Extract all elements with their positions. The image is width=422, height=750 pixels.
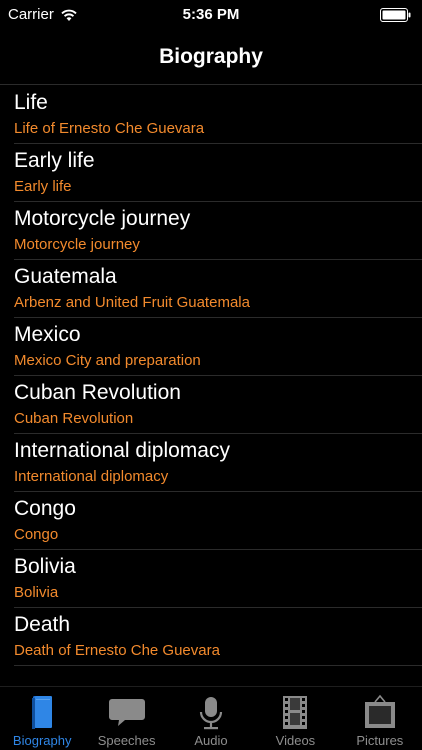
tab-label: Videos [275,733,316,748]
tab-pictures[interactable]: Pictures [338,687,422,750]
tab-biography[interactable]: Biography [0,687,84,750]
list-item[interactable]: Early life Early life [0,144,422,202]
list-item-subtitle: Bolivia [14,584,59,601]
list-item-title: Bolivia [14,555,76,578]
list-item-subtitle: Arbenz and United Fruit Guatemala [14,294,250,311]
list-item-subtitle: Congo [14,526,59,543]
status-bar: Carrier 5:36 PM [0,0,422,30]
book-icon [32,696,53,729]
list-item-title: Death [14,613,71,636]
list-item-title: Life [14,91,48,114]
list-item[interactable]: International diplomacy International di… [0,434,422,492]
film-strip-icon [283,696,308,729]
list-item[interactable]: Mexico Mexico City and preparation [0,318,422,376]
list-item[interactable]: Cuban Revolution Cuban Revolution [0,376,422,434]
list-item-title: International diplomacy [14,439,230,462]
tab-label: Biography [12,733,72,748]
list-item[interactable]: Bolivia Bolivia [0,550,422,608]
status-time: 5:36 PM [182,6,240,23]
list-item-title: Early life [14,149,95,172]
list-item-subtitle: Mexico City and preparation [14,352,201,369]
tab-speeches[interactable]: Speeches [84,687,168,750]
list-item[interactable]: Death Death of Ernesto Che Guevara [0,608,422,666]
list-item[interactable]: Life Life of Ernesto Che Guevara [0,86,422,144]
tab-label: Pictures [356,733,404,748]
list-item-subtitle: Early life [14,178,72,195]
list-item-subtitle: Life of Ernesto Che Guevara [14,120,205,137]
tab-label: Audio [194,733,228,748]
list-item-title: Mexico [14,323,81,346]
tab-label: Speeches [97,733,156,748]
page-title: Biography [159,45,263,68]
list-item[interactable]: Motorcycle journey Motorcycle journey [0,202,422,260]
list-item-subtitle: Motorcycle journey [14,236,140,253]
tab-bar: Biography Speeches Audio Videos Pictures [0,686,422,750]
speech-bubble-icon [108,699,145,726]
battery-icon [380,8,411,22]
list-item-title: Guatemala [14,265,117,288]
list-item-subtitle: Death of Ernesto Che Guevara [14,642,220,659]
list-item-subtitle: Cuban Revolution [14,410,134,427]
tab-audio[interactable]: Audio [169,687,253,750]
picture-frame-icon [364,694,395,728]
tab-videos[interactable]: Videos [253,687,337,750]
list-item-title: Congo [14,497,76,520]
nav-bar: Biography [0,30,422,85]
screen: Carrier 5:36 PM Biography Life Life of E… [0,0,422,750]
microphone-icon [199,697,223,730]
list-item-title: Motorcycle journey [14,207,191,230]
list-item-subtitle: International diplomacy [14,468,169,485]
biography-list: Life Life of Ernesto Che Guevara Early l… [0,86,422,666]
list-item-title: Cuban Revolution [14,381,181,404]
list-item[interactable]: Guatemala Arbenz and United Fruit Guatem… [0,260,422,318]
list-item[interactable]: Congo Congo [0,492,422,550]
